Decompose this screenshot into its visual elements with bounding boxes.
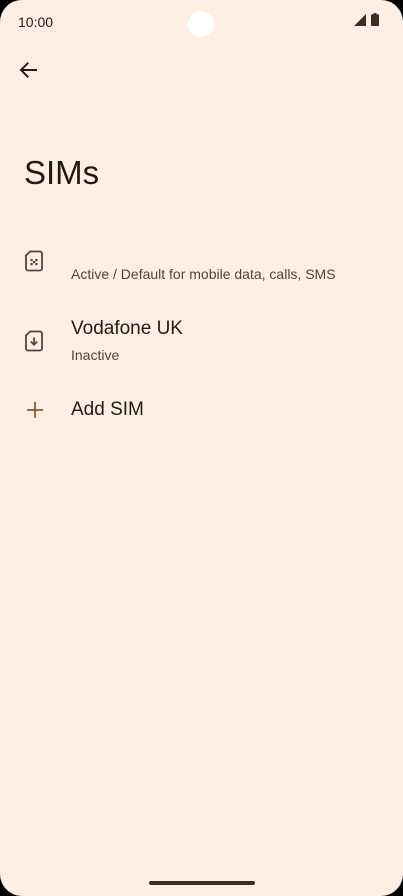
plus-icon [26,401,44,424]
camera-cutout [188,11,214,37]
arrow-back-icon [19,61,37,84]
sim-summary: Active / Default for mobile data, calls,… [71,266,336,282]
sims-settings-screen: 10:00 SIMs Active / Default for mobile d… [0,0,403,896]
page-title: SIMs [24,154,100,191]
sim-summary: Inactive [71,347,120,363]
esim-download-icon [24,330,44,357]
add-sim-button[interactable]: Add SIM [0,388,403,432]
sim-list-item-active[interactable]: Active / Default for mobile data, calls,… [0,236,403,300]
status-icons [354,13,379,31]
status-bar: 10:00 [0,0,403,44]
back-button[interactable] [12,56,44,88]
sim-card-icon [24,250,44,277]
sim-title: Vodafone UK [71,318,183,339]
gesture-nav-handle[interactable] [149,881,255,885]
status-time: 10:00 [18,14,54,30]
signal-icon [354,13,366,31]
battery-icon [371,13,379,31]
sim-list-item-vodafone[interactable]: Vodafone UK Inactive [0,312,403,376]
add-sim-label: Add SIM [71,399,144,420]
